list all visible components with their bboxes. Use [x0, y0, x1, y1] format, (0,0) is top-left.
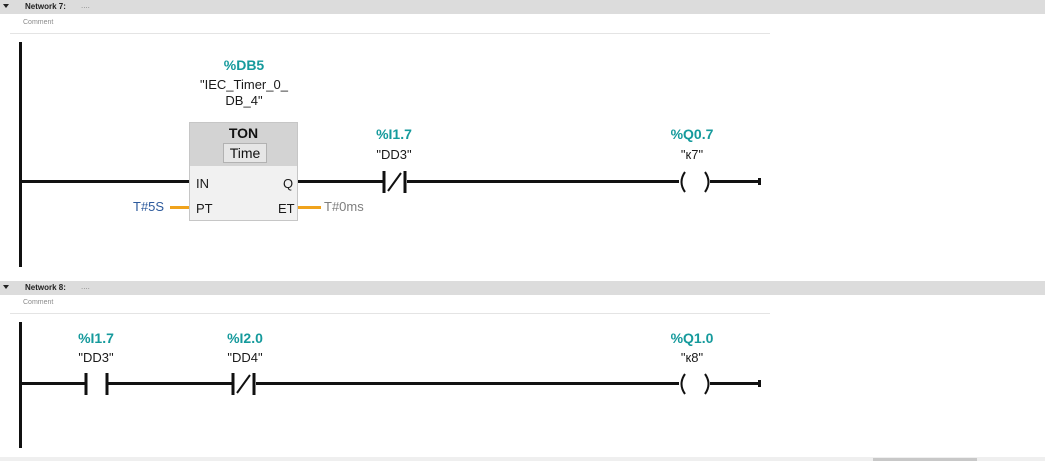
ton-timer-header: TON Time [190, 123, 297, 166]
ton-pt-value[interactable]: T#5S [133, 199, 164, 214]
network-7-comment[interactable]: Comment [23, 19, 53, 26]
network-8-coil-address[interactable]: %Q1.0 [652, 330, 732, 346]
ton-time-type-dropdown[interactable]: Time [223, 143, 267, 163]
network-8-title: Network 8: [25, 283, 66, 292]
network-7-comment-divider [10, 33, 770, 34]
network-8-wire-between-contacts [107, 382, 232, 385]
network-8-contact1-address[interactable]: %I1.7 [56, 330, 136, 346]
ton-timer-block[interactable]: TON Time IN Q PT ET [189, 122, 298, 221]
ton-et-value[interactable]: T#0ms [324, 199, 364, 214]
network-7-end-stub [758, 178, 761, 185]
network-7-coil-tag[interactable]: "к7" [652, 147, 732, 162]
normally-closed-contact-icon[interactable] [230, 372, 258, 396]
output-coil-icon[interactable] [677, 170, 713, 194]
network-8-contact2-address[interactable]: %I2.0 [205, 330, 285, 346]
network-7-wire-coil-out [710, 180, 760, 183]
network-7-wire-in [19, 180, 189, 183]
normally-closed-contact-icon[interactable] [381, 170, 409, 194]
network-8-coil-tag[interactable]: "к8" [652, 350, 732, 365]
network-7-contact-address[interactable]: %I1.7 [354, 126, 434, 142]
normally-open-contact-icon[interactable] [83, 372, 111, 396]
network-8-contact2-tag[interactable]: "DD4" [205, 350, 285, 365]
network-8-title-dots: .... [81, 282, 90, 291]
ton-pin-q[interactable]: Q [283, 176, 293, 191]
ton-pin-et[interactable]: ET [278, 201, 295, 216]
network-7-header[interactable]: Network 7: .... [0, 0, 1045, 14]
network-8-header[interactable]: Network 8: .... [0, 281, 1045, 295]
network-8-comment-divider [10, 313, 770, 314]
network-8-end-stub [758, 380, 761, 387]
ton-pin-pt[interactable]: PT [196, 201, 213, 216]
network-7-wire-q-to-contact [298, 180, 383, 183]
timer-db-name-line1[interactable]: "IEC_Timer_0_ [180, 77, 308, 92]
network-8-wire-coil-out [710, 382, 760, 385]
network-8-power-rail [19, 322, 22, 448]
network-8-comment[interactable]: Comment [23, 299, 53, 306]
collapse-triangle-icon[interactable] [3, 4, 9, 8]
timer-db-name-line2[interactable]: DB_4" [180, 93, 308, 108]
network-7-wire-contact-to-coil [407, 180, 679, 183]
ton-et-wire [298, 206, 321, 209]
network-7-title: Network 7: [25, 2, 66, 11]
network-7-title-dots: .... [81, 1, 90, 10]
network-8-wire-in [19, 382, 85, 385]
network-7-contact-tag[interactable]: "DD3" [354, 147, 434, 162]
output-coil-icon[interactable] [677, 372, 713, 396]
network-8-contact1-tag[interactable]: "DD3" [56, 350, 136, 365]
ton-timer-type: TON [228, 125, 259, 141]
timer-db-address[interactable]: %DB5 [196, 57, 292, 73]
ton-pt-wire [170, 206, 189, 209]
ton-pin-in[interactable]: IN [196, 176, 209, 191]
network-7-coil-address[interactable]: %Q0.7 [652, 126, 732, 142]
network-8-wire-contact-to-coil [256, 382, 679, 385]
network-7-power-rail [19, 42, 22, 267]
collapse-triangle-icon[interactable] [3, 285, 9, 289]
